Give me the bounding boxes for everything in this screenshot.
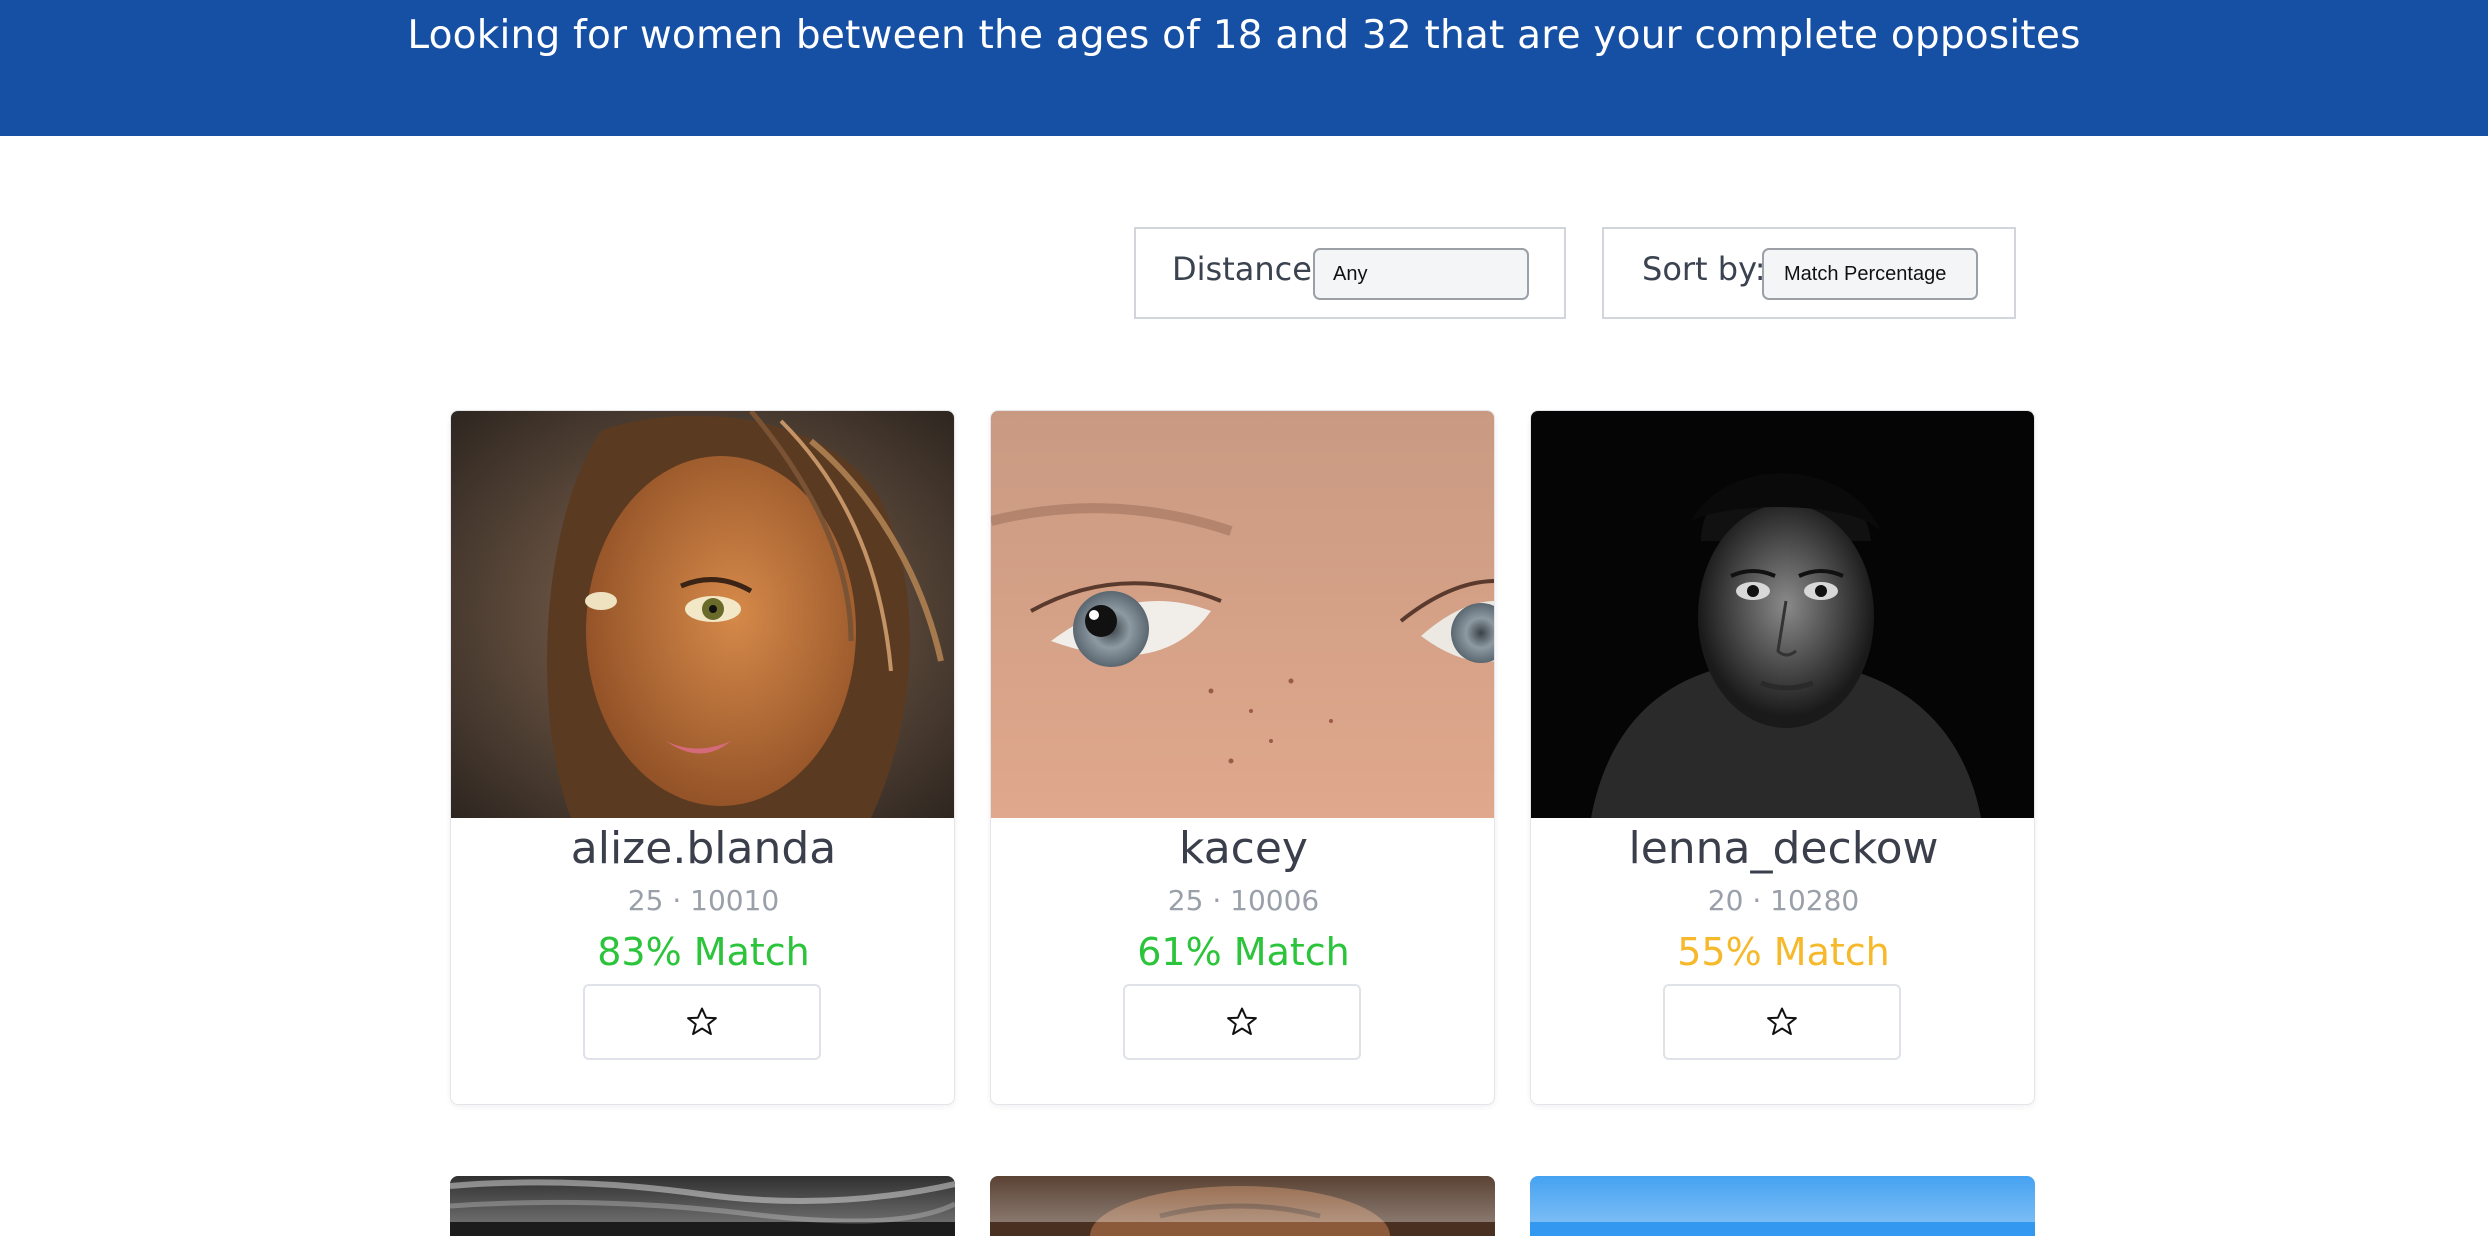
distance-select[interactable]: Any <box>1313 248 1529 300</box>
match-percentage: 61% Match <box>1137 930 1350 974</box>
profile-name[interactable]: alize.blanda <box>451 819 954 879</box>
distance-label: Distance: <box>1172 250 1323 288</box>
profile-meta: 25 · 10006 <box>1167 884 1320 917</box>
match-percentage: 55% Match <box>1677 930 1890 974</box>
favorite-button[interactable] <box>1663 984 1901 1060</box>
profile-meta: 20 · 10280 <box>1707 884 1860 917</box>
sort-filter: Sort by: Match Percentage <box>1602 227 2016 319</box>
profile-card-partial[interactable] <box>990 1176 1495 1236</box>
profile-name[interactable]: kacey <box>991 819 1494 879</box>
profile-name[interactable]: lenna_deckow <box>1531 819 2034 879</box>
distance-filter: Distance: Any <box>1134 227 1566 319</box>
profile-card-partial[interactable] <box>450 1176 955 1236</box>
profile-photo[interactable] <box>451 411 954 818</box>
profile-card-partial[interactable] <box>1530 1176 2035 1236</box>
header-banner: Looking for women between the ages of 18… <box>0 0 2488 136</box>
star-outline-icon <box>687 1007 717 1036</box>
favorite-button[interactable] <box>1123 984 1361 1060</box>
star-outline-icon <box>1227 1007 1257 1036</box>
sort-select[interactable]: Match Percentage <box>1762 248 1978 300</box>
profile-card[interactable]: kacey 25 · 10006 61% Match <box>990 410 1495 1105</box>
sort-label: Sort by: <box>1642 250 1766 288</box>
profile-card[interactable]: alize.blanda 25 · 10010 83% Match <box>450 410 955 1105</box>
star-outline-icon <box>1767 1007 1797 1036</box>
match-percentage: 83% Match <box>597 930 810 974</box>
favorite-button[interactable] <box>583 984 821 1060</box>
page-title: Looking for women between the ages of 18… <box>407 13 2081 58</box>
profile-meta: 25 · 10010 <box>627 884 780 917</box>
profile-photo[interactable] <box>1531 411 2034 818</box>
profile-card[interactable]: lenna_deckow 20 · 10280 55% Match <box>1530 410 2035 1105</box>
profile-photo[interactable] <box>991 411 1494 818</box>
